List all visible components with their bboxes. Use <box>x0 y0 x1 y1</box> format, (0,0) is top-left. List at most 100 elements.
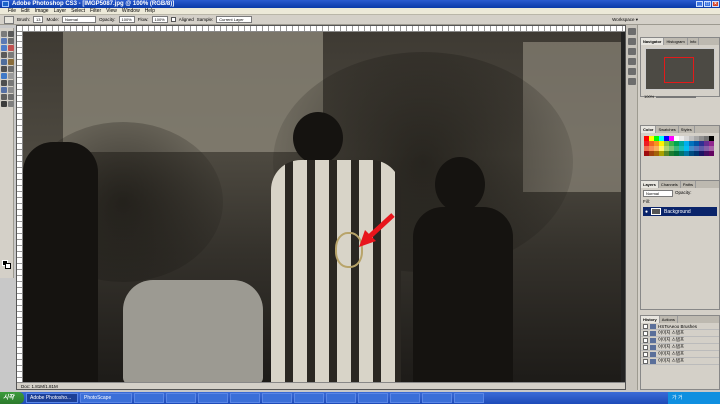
navigator-zoom-value[interactable]: 100% <box>644 94 654 99</box>
tool-presets-icon[interactable] <box>628 38 636 45</box>
history-state-icon <box>650 358 656 364</box>
menu-filter[interactable]: Filter <box>90 8 101 14</box>
clone-source-icon[interactable] <box>628 58 636 65</box>
paragraph-icon[interactable] <box>628 78 636 85</box>
taskbar-task[interactable] <box>262 393 292 403</box>
layers-tab-channels[interactable]: Channels <box>659 181 681 188</box>
tool-13-icon[interactable] <box>1 73 7 79</box>
layers-tab-layers[interactable]: Layers <box>641 181 659 188</box>
navigator-view-box[interactable] <box>664 57 694 83</box>
brush-size-picker[interactable]: 13 <box>33 16 44 23</box>
sample-select[interactable]: Current Layer <box>216 16 253 23</box>
color-tab-color[interactable]: Color <box>641 126 657 133</box>
taskbar-task[interactable]: PhotoScape <box>80 393 132 403</box>
layer-visibility-eye-icon[interactable]: ● <box>645 209 648 215</box>
taskbar-task[interactable] <box>358 393 388 403</box>
taskbar-task[interactable] <box>294 393 324 403</box>
history-item[interactable]: 이미지 스탬프 <box>641 358 719 365</box>
start-button[interactable]: 시작 <box>0 392 24 404</box>
tool-1-icon[interactable] <box>1 31 7 37</box>
history-item[interactable]: 이미지 스탬프 <box>641 337 719 344</box>
taskbar-task[interactable] <box>134 393 164 403</box>
close-button[interactable]: × <box>712 1 719 7</box>
layer-thumbnail <box>651 208 662 215</box>
tool-3-icon[interactable] <box>1 38 7 44</box>
tool-4-icon[interactable] <box>8 38 14 44</box>
photo-canvas[interactable] <box>23 32 621 384</box>
history-tab-history[interactable]: History <box>641 316 660 323</box>
history-checkbox[interactable] <box>643 344 648 350</box>
clone-stamp-tool-preset-icon[interactable] <box>4 15 14 24</box>
menu-image[interactable]: Image <box>35 8 49 14</box>
history-item[interactable]: HSTsAeoo Brushes <box>641 323 719 330</box>
layer-comps-icon[interactable] <box>628 48 636 55</box>
history-item[interactable]: 이미지 스탬프 <box>641 330 719 337</box>
history-checkbox[interactable] <box>643 323 648 329</box>
layer-blend-mode-select[interactable]: Normal <box>643 190 673 197</box>
tool-21-icon[interactable] <box>1 101 7 107</box>
history-item[interactable]: 이미지 스탬프 <box>641 344 719 351</box>
brushes-icon[interactable] <box>628 28 636 35</box>
tool-6-icon[interactable] <box>8 45 14 51</box>
color-tab-swatches[interactable]: Swatches <box>656 126 679 133</box>
menu-file[interactable]: File <box>8 8 16 14</box>
taskbar-task[interactable] <box>390 393 420 403</box>
navigator-tab-navigator[interactable]: Navigator <box>641 38 665 45</box>
tool-17-icon[interactable] <box>1 87 7 93</box>
menu-layer[interactable]: Layer <box>54 8 67 14</box>
layer-background[interactable]: ● Background <box>643 207 717 216</box>
tool-15-icon[interactable] <box>1 80 7 86</box>
tool-12-icon[interactable] <box>8 66 14 72</box>
tool-11-icon[interactable] <box>1 66 7 72</box>
mode-select[interactable]: Normal <box>61 16 96 23</box>
tool-10-icon[interactable] <box>8 59 14 65</box>
history-item[interactable]: 이미지 스탬프 <box>641 351 719 358</box>
character-icon[interactable] <box>628 68 636 75</box>
tool-5-icon[interactable] <box>1 45 7 51</box>
swatch[interactable] <box>709 151 714 156</box>
layers-tab-paths[interactable]: Paths <box>681 181 697 188</box>
flow-input[interactable]: 100% <box>151 16 168 23</box>
navigator-tab-info[interactable]: Info <box>688 38 700 45</box>
workspace-menu[interactable]: Workspace ▾ <box>612 17 638 23</box>
tool-16-icon[interactable] <box>8 80 14 86</box>
color-tab-styles[interactable]: Styles <box>679 126 695 133</box>
maximize-button[interactable]: □ <box>704 1 711 7</box>
minimize-button[interactable]: _ <box>696 1 703 7</box>
history-checkbox[interactable] <box>643 358 648 364</box>
history-tab-actions[interactable]: Actions <box>660 316 678 323</box>
tool-2-icon[interactable] <box>8 31 14 37</box>
tool-14-icon[interactable] <box>8 73 14 79</box>
tool-8-icon[interactable] <box>8 52 14 58</box>
opacity-input[interactable]: 100% <box>118 16 135 23</box>
layers-tabs: Layers Channels Paths <box>641 181 719 188</box>
menu-help[interactable]: Help <box>145 8 155 14</box>
tool-22-icon[interactable] <box>8 101 14 107</box>
tool-18-icon[interactable] <box>8 87 14 93</box>
menu-view[interactable]: View <box>106 8 117 14</box>
tool-9-icon[interactable] <box>1 59 7 65</box>
navigator-thumbnail[interactable] <box>645 48 715 90</box>
navigator-zoom-slider[interactable] <box>656 95 697 98</box>
tool-19-icon[interactable] <box>1 94 7 100</box>
taskbar-task[interactable] <box>166 393 196 403</box>
tool-7-icon[interactable] <box>1 52 7 58</box>
tool-20-icon[interactable] <box>8 94 14 100</box>
taskbar-task[interactable] <box>422 393 452 403</box>
history-checkbox[interactable] <box>643 351 648 357</box>
swatch-grid <box>644 136 716 156</box>
background-color-swatch[interactable] <box>5 263 11 269</box>
menu-window[interactable]: Window <box>122 8 140 14</box>
taskbar-task[interactable] <box>326 393 356 403</box>
aligned-checkbox[interactable] <box>170 17 176 22</box>
taskbar-task[interactable] <box>198 393 228 403</box>
layer-opacity-label: Opacity: <box>675 190 692 195</box>
taskbar-task[interactable] <box>454 393 484 403</box>
history-checkbox[interactable] <box>643 337 648 343</box>
menu-edit[interactable]: Edit <box>21 8 30 14</box>
taskbar-task[interactable] <box>230 393 260 403</box>
navigator-tab-histogram[interactable]: Histogram <box>664 38 688 45</box>
history-checkbox[interactable] <box>643 330 648 336</box>
menu-select[interactable]: Select <box>71 8 85 14</box>
taskbar-task[interactable]: Adobe Photosho... <box>26 393 78 403</box>
